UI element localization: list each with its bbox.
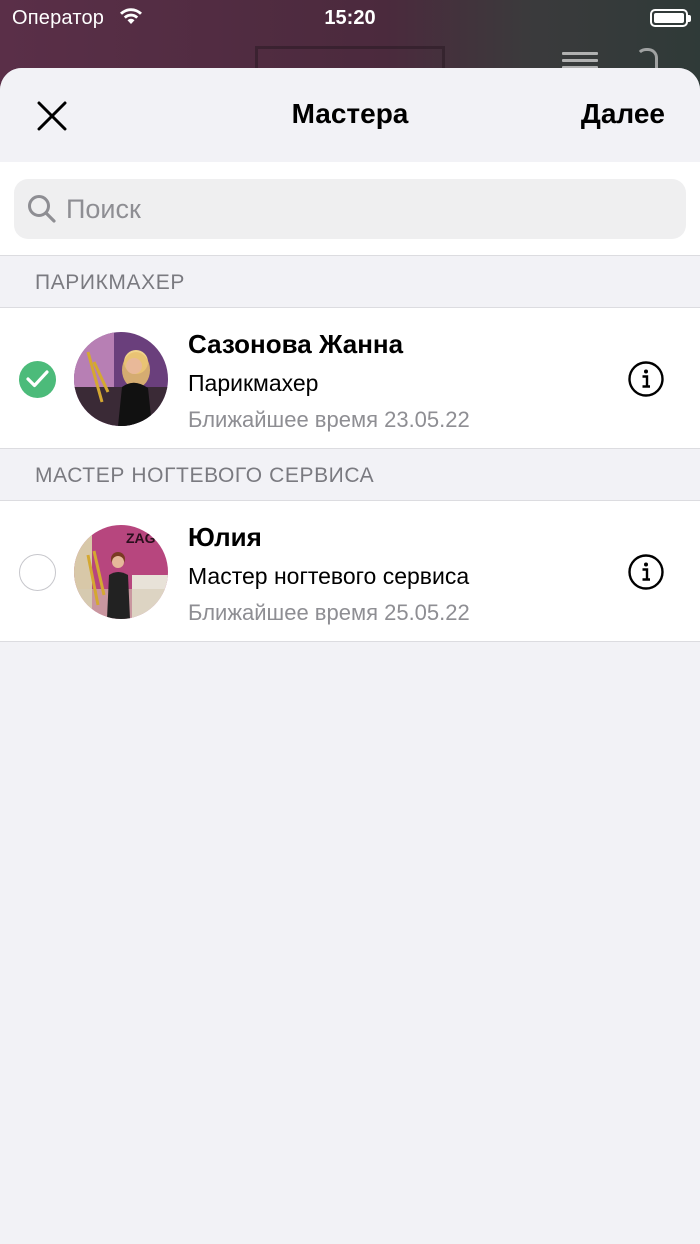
search-bar [0, 162, 700, 256]
navigation-bar: Мастера Далее [0, 68, 700, 162]
section-header-hairdresser: ПАРИКМАХЕР [0, 256, 700, 308]
next-button[interactable]: Далее [581, 98, 665, 130]
info-icon [628, 554, 664, 590]
search-icon [28, 195, 56, 223]
section-header-nail-service: МАСТЕР НОГТЕВОГО СЕРВИСА [0, 449, 700, 501]
battery-icon [650, 9, 691, 27]
svg-text:ZAG: ZAG [126, 530, 156, 546]
checkmark-icon [26, 370, 49, 388]
clock: 15:20 [324, 7, 376, 29]
status-bar: Оператор 15:20 [0, 0, 700, 38]
master-info: Сазонова Жанна Парикмахер Ближайшее врем… [188, 329, 470, 433]
selection-checkbox[interactable] [19, 554, 56, 591]
master-next-time: Ближайшее время 23.05.22 [188, 407, 470, 432]
master-role: Мастер ногтевого сервиса [188, 563, 470, 589]
masters-sheet: Мастера Далее ПАРИКМАХЕР [0, 68, 700, 1244]
info-button[interactable] [627, 360, 665, 398]
master-next-time: Ближайшее время 25.05.22 [188, 600, 470, 625]
search-input[interactable] [66, 179, 666, 239]
master-info: Юлия Мастер ногтевого сервиса Ближайшее … [188, 522, 470, 626]
avatar: ZAG [74, 525, 168, 619]
info-icon [628, 361, 664, 397]
info-button[interactable] [627, 553, 665, 591]
master-name: Юлия [188, 522, 262, 552]
selection-checkbox[interactable] [19, 361, 56, 398]
avatar [74, 332, 168, 426]
master-name: Сазонова Жанна [188, 329, 404, 359]
master-role: Парикмахер [188, 370, 319, 396]
search-box[interactable] [14, 179, 686, 239]
master-row[interactable]: Сазонова Жанна Парикмахер Ближайшее врем… [0, 308, 700, 449]
master-row[interactable]: ZAG Юлия Мастер ногтевого сервиса Ближай… [0, 501, 700, 642]
